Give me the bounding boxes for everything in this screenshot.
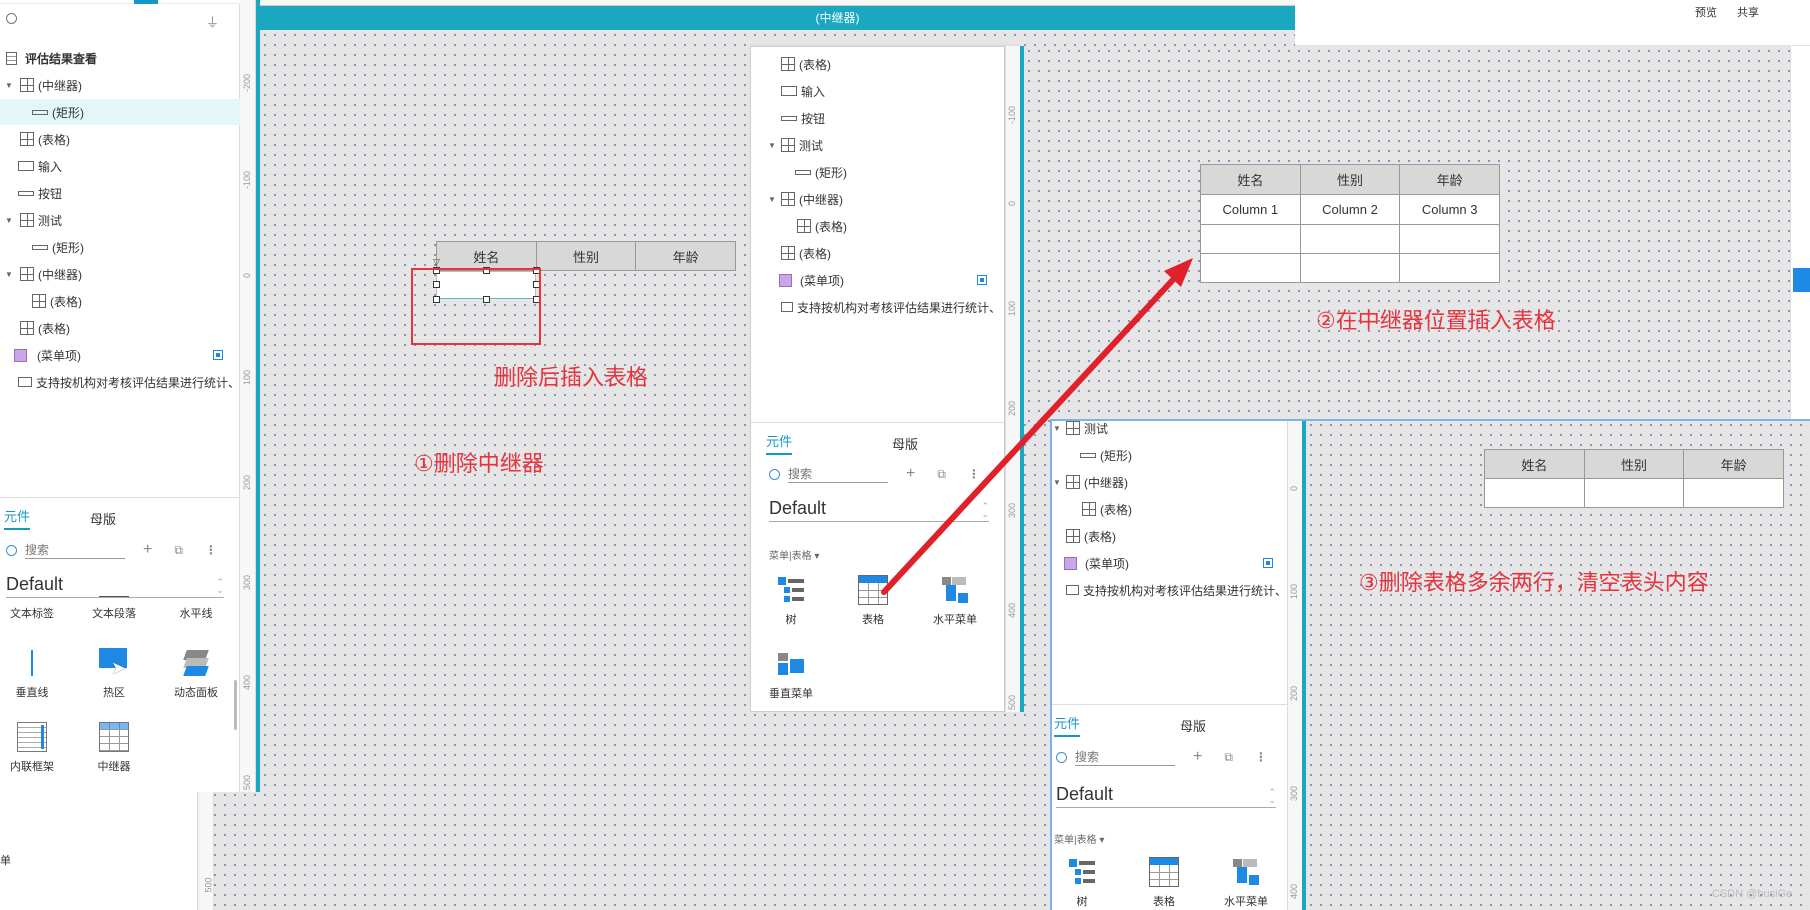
watermark: CSDN @busiGe (1712, 888, 1793, 900)
arrow-shaft (881, 267, 1185, 595)
red-arrow (881, 258, 1193, 595)
